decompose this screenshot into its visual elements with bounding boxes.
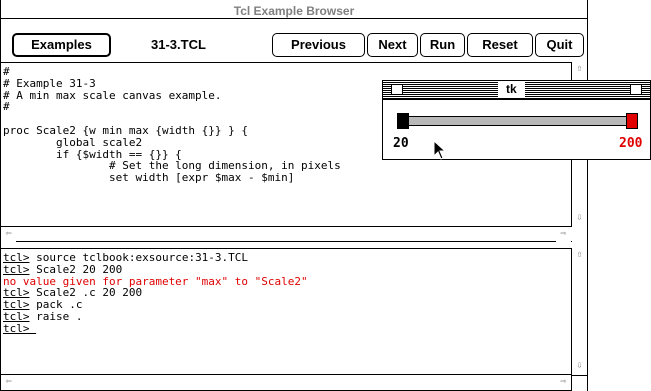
console-line: tcl> pack .c [3, 299, 572, 311]
next-button[interactable]: Next [367, 33, 418, 57]
console-pane[interactable]: tcl> source tclbook:exsource:31-3.TCL tcl… [1, 248, 572, 375]
console-horizontal-scrollbar[interactable]: ⇦ ⇨ [1, 374, 572, 391]
console-line: tcl> Scale2 20 200 [3, 262, 572, 276]
scroll-up-arrow-icon[interactable]: ⇧ [572, 248, 587, 263]
quit-button[interactable]: Quit [535, 33, 584, 57]
resize-grow-box-icon[interactable] [571, 375, 587, 391]
console-line: tcl> raise . [3, 311, 572, 323]
source-horizontal-scrollbar[interactable]: ⇦ ⇨ [1, 226, 572, 242]
console-command: Scale2 20 200 [29, 262, 123, 276]
console-prompt: tcl> [3, 262, 30, 276]
min-slider-knob[interactable] [397, 113, 409, 129]
console-output: tcl> source tclbook:exsource:31-3.TCL tcl… [1, 249, 572, 335]
scroll-down-arrow-icon[interactable]: ⇩ [572, 359, 587, 374]
tk-window-title: tk [498, 82, 525, 97]
console-prompt: tcl> [3, 321, 30, 335]
toolbar: Examples 31-3.TCL Previous Next Run Rese… [1, 19, 587, 62]
reset-button[interactable]: Reset [467, 33, 533, 57]
console-command: raise . [29, 309, 83, 323]
max-slider-knob[interactable] [626, 113, 638, 129]
scroll-right-arrow-icon[interactable]: ⇨ [556, 227, 571, 242]
min-value-label: 20 [393, 136, 409, 151]
current-file-label: 31-3.TCL [151, 37, 206, 52]
mouse-pointer-icon [433, 140, 447, 160]
tcl-example-browser-window: Tcl Example Browser Examples 31-3.TCL Pr… [0, 0, 588, 391]
scroll-up-arrow-icon[interactable]: ⇧ [572, 62, 587, 77]
console-line: tcl> Scale2 .c 20 200 [3, 287, 572, 299]
tk-window: tk 20 200 [382, 80, 651, 160]
scale-trough[interactable] [397, 116, 638, 126]
zoom-box-icon[interactable] [630, 84, 642, 95]
examples-button[interactable]: Examples [12, 33, 111, 57]
scroll-left-arrow-icon[interactable]: ⇦ [1, 375, 16, 390]
max-value-label: 200 [619, 136, 643, 151]
window-title: Tcl Example Browser [233, 4, 355, 18]
window-title-bar[interactable]: Tcl Example Browser [1, 0, 587, 19]
close-box-icon[interactable] [391, 84, 403, 95]
scroll-down-arrow-icon[interactable]: ⇩ [572, 211, 587, 226]
scroll-left-arrow-icon[interactable]: ⇦ [1, 227, 16, 242]
console-vertical-scrollbar[interactable]: ⇧ ⇩ [571, 248, 587, 374]
scroll-right-arrow-icon[interactable]: ⇨ [556, 375, 571, 390]
run-button[interactable]: Run [420, 33, 465, 57]
console-line: tcl> [3, 321, 572, 335]
previous-button[interactable]: Previous [272, 33, 365, 57]
console-command [30, 322, 37, 335]
tk-title-bar[interactable]: tk [383, 81, 650, 100]
